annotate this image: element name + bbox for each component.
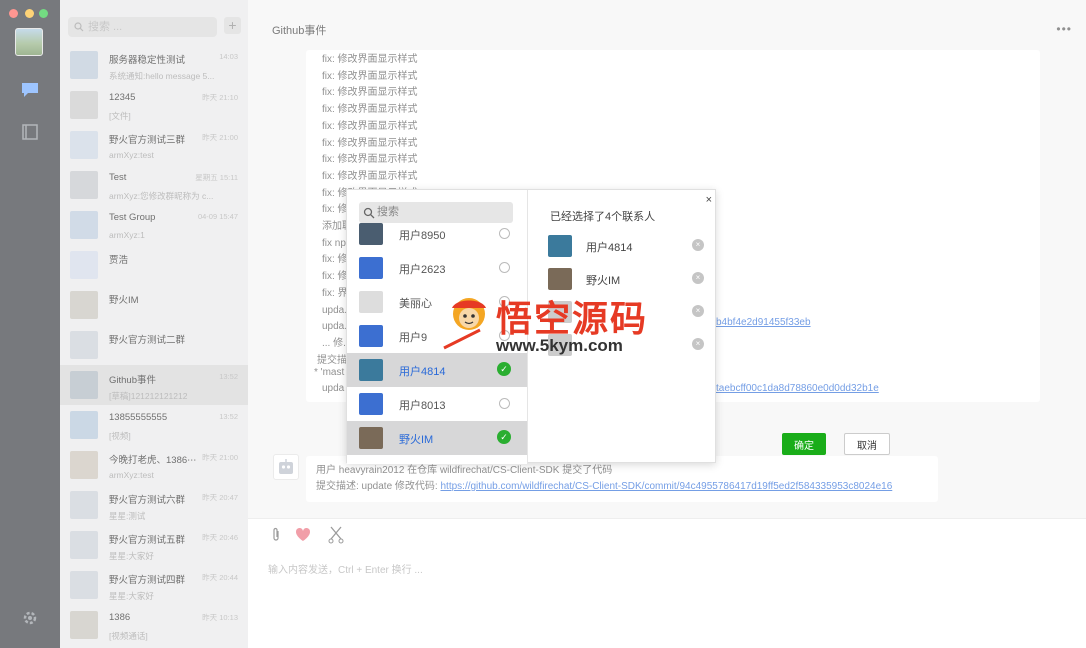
selected-contact-name: 用户4814 (586, 242, 633, 254)
selected-count-header: 已经选择了4个联系人 (550, 211, 656, 223)
checked-icon[interactable]: ✓ (497, 362, 511, 376)
contact-name: 美丽心 (399, 298, 432, 310)
contact-avatar (359, 427, 383, 449)
selected-contact: 用户4814 × (548, 230, 713, 264)
remove-contact-icon[interactable]: × (692, 338, 704, 350)
watermark-title: 悟空源码 (496, 298, 649, 340)
contact-name: 用户2623 (399, 264, 446, 276)
contact-name: 用户8950 (399, 230, 446, 242)
remove-contact-icon[interactable]: × (692, 272, 704, 284)
contact-avatar (359, 393, 383, 415)
watermark-url: www.5kym.com (496, 336, 623, 355)
contact-option[interactable]: 用户2623 (347, 251, 527, 285)
watermark: 悟空源码 www.5kym.com (440, 290, 660, 360)
remove-contact-icon[interactable]: × (692, 305, 704, 317)
unchecked-radio[interactable] (499, 228, 510, 239)
contact-avatar (359, 359, 383, 381)
contact-avatar (359, 325, 383, 347)
contact-name: 用户9 (399, 332, 428, 344)
search-icon (363, 207, 375, 219)
cancel-button[interactable]: 取消 (844, 433, 890, 455)
selected-contact-avatar (548, 268, 572, 290)
contact-option[interactable]: 用户8013 (347, 387, 527, 421)
unchecked-radio[interactable] (499, 398, 510, 409)
contact-avatar (359, 291, 383, 313)
contact-name: 用户8013 (399, 400, 446, 412)
checked-icon[interactable]: ✓ (497, 430, 511, 444)
unchecked-radio[interactable] (499, 262, 510, 273)
monkey-king-logo (443, 298, 486, 350)
close-dialog-button[interactable]: × (706, 194, 712, 206)
selected-contact-avatar (548, 235, 572, 257)
contact-name: 用户4814 (399, 366, 446, 378)
confirm-button[interactable]: 确定 (782, 433, 826, 455)
contact-search-placeholder: 搜索 (377, 206, 399, 218)
contact-avatar (359, 223, 383, 245)
contact-avatar (359, 257, 383, 279)
contact-search-input[interactable]: 搜索 (359, 202, 513, 223)
contact-name: 野火IM (399, 434, 434, 446)
contact-option[interactable]: 野火IM ✓ (347, 421, 527, 455)
selected-contact-name: 野火IM (586, 275, 621, 287)
remove-contact-icon[interactable]: × (692, 239, 704, 251)
